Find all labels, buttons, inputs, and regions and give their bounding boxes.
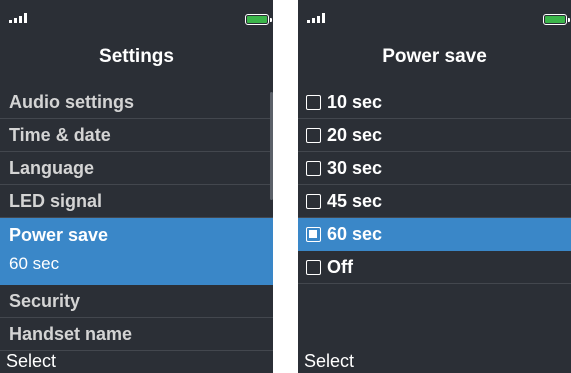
softkey-select[interactable]: Select: [6, 349, 56, 373]
checkbox-icon: [306, 128, 321, 143]
option-label: 45 sec: [327, 191, 383, 211]
option-20-sec[interactable]: 20 sec: [298, 119, 571, 152]
menu-item-label: LED signal: [9, 191, 103, 211]
page-title: Settings: [99, 46, 174, 67]
menu-item-label: Audio settings: [9, 92, 134, 112]
checkbox-icon: [306, 194, 321, 209]
battery-icon: [245, 14, 272, 25]
checkbox-icon: [306, 260, 321, 275]
power-save-options: 10 sec 20 sec 30 sec 45 sec 60 sec Off: [298, 86, 571, 284]
option-off[interactable]: Off: [298, 251, 571, 284]
menu-item-security[interactable]: Security: [0, 285, 273, 318]
option-30-sec[interactable]: 30 sec: [298, 152, 571, 185]
option-label: 30 sec: [327, 158, 383, 178]
menu-item-label: Language: [9, 158, 95, 178]
status-bar: [0, 0, 273, 30]
menu-item-handset-name[interactable]: Handset name: [0, 318, 273, 351]
option-label: 10 sec: [327, 92, 383, 112]
softkey-select[interactable]: Select: [304, 349, 354, 373]
scrollbar[interactable]: [270, 92, 273, 200]
signal-icon: [307, 13, 333, 23]
page-title: Power save: [382, 46, 487, 67]
menu-item-time-date[interactable]: Time & date: [0, 119, 273, 152]
option-45-sec[interactable]: 45 sec: [298, 185, 571, 218]
option-60-sec[interactable]: 60 sec: [298, 218, 571, 251]
settings-screen: Settings Audio settings Time & date Lang…: [0, 0, 273, 373]
checkbox-icon: [306, 95, 321, 110]
menu-item-led-signal[interactable]: LED signal: [0, 185, 273, 218]
menu-item-language[interactable]: Language: [0, 152, 273, 185]
option-10-sec[interactable]: 10 sec: [298, 86, 571, 119]
settings-menu: Audio settings Time & date Language LED …: [0, 86, 273, 351]
menu-item-label: Security: [9, 291, 81, 311]
menu-item-label: Handset name: [9, 324, 133, 344]
option-label: Off: [327, 257, 353, 277]
menu-item-label: Power save: [9, 225, 109, 245]
signal-icon: [9, 13, 35, 23]
battery-icon: [543, 14, 570, 25]
menu-item-value: 60 sec: [9, 254, 60, 273]
option-label: 60 sec: [327, 224, 383, 244]
status-bar: [298, 0, 571, 30]
menu-item-audio-settings[interactable]: Audio settings: [0, 86, 273, 119]
menu-item-power-save[interactable]: Power save 60 sec: [0, 218, 273, 285]
checkbox-checked-icon: [306, 227, 321, 242]
option-label: 20 sec: [327, 125, 383, 145]
menu-item-label: Time & date: [9, 125, 111, 145]
checkbox-icon: [306, 161, 321, 176]
power-save-screen: Power save 10 sec 20 sec 30 sec 45 sec 6…: [298, 0, 571, 373]
